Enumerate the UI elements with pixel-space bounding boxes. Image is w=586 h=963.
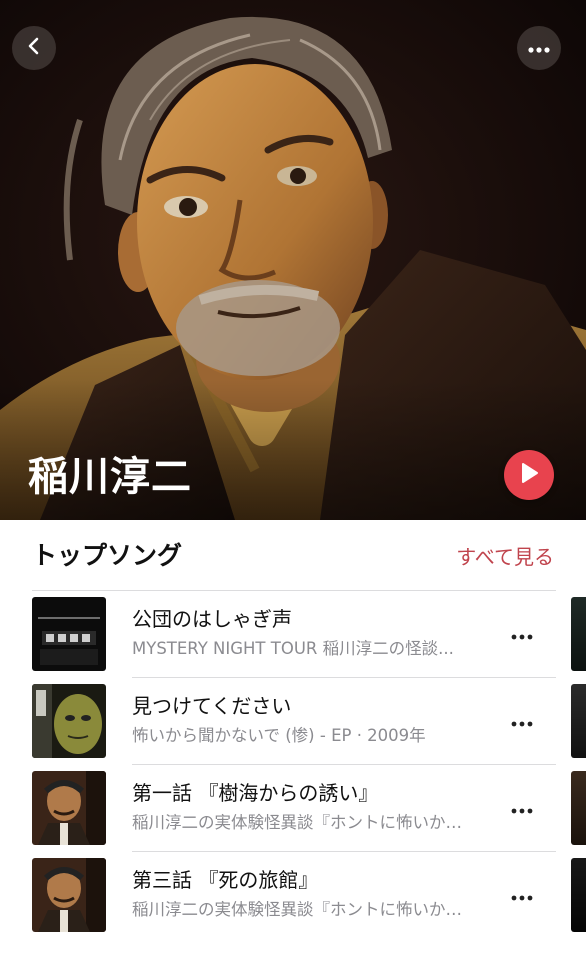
- next-column-artwork[interactable]: [571, 684, 586, 758]
- song-more-button[interactable]: [506, 706, 538, 736]
- song-more-button[interactable]: [506, 880, 538, 910]
- artist-name: 稲川淳二: [28, 454, 192, 500]
- song-title: 第一話 『樹海からの誘い』: [132, 781, 379, 805]
- artist-hero: 稲川淳二: [0, 0, 586, 520]
- ellipsis-icon: [527, 39, 551, 58]
- song-row[interactable]: 見つけてください 怖いから聞かないで (惨) - EP · 2009年: [0, 684, 586, 771]
- see-all-link[interactable]: すべて見る: [456, 541, 554, 573]
- song-row[interactable]: 第一話 『樹海からの誘い』 稲川淳二の実体験怪異談『ホントに怖いか…: [0, 771, 586, 858]
- song-title: 第三話 『死の旅館』: [132, 868, 319, 892]
- ellipsis-icon: [511, 886, 533, 905]
- song-subtitle: 稲川淳二の実体験怪異談『ホントに怖いか…: [132, 813, 462, 832]
- next-column-artwork[interactable]: [571, 771, 586, 845]
- album-artwork: [32, 684, 106, 758]
- more-options-button[interactable]: [517, 26, 561, 70]
- ellipsis-icon: [511, 625, 533, 644]
- song-title: 公団のはしゃぎ声: [132, 607, 292, 631]
- album-artwork: [32, 597, 106, 671]
- back-button[interactable]: [12, 26, 56, 70]
- next-column-artwork[interactable]: [571, 858, 586, 932]
- album-artwork: [32, 858, 106, 932]
- divider: [132, 851, 556, 852]
- divider: [132, 677, 556, 678]
- divider: [132, 764, 556, 765]
- song-more-button[interactable]: [506, 619, 538, 649]
- section-title-top-songs: トップソング: [32, 541, 183, 570]
- song-row[interactable]: 公団のはしゃぎ声 MYSTERY NIGHT TOUR 稲川淳二の怪談...: [0, 597, 586, 684]
- album-artwork: [32, 771, 106, 845]
- divider: [32, 590, 556, 591]
- song-subtitle: MYSTERY NIGHT TOUR 稲川淳二の怪談...: [132, 639, 454, 658]
- song-subtitle: 稲川淳二の実体験怪異談『ホントに怖いか…: [132, 900, 462, 919]
- ellipsis-icon: [511, 799, 533, 818]
- song-row[interactable]: 第三話 『死の旅館』 稲川淳二の実体験怪異談『ホントに怖いか…: [0, 858, 586, 945]
- play-button[interactable]: [504, 450, 554, 500]
- song-more-button[interactable]: [506, 793, 538, 823]
- song-subtitle: 怖いから聞かないで (惨) - EP · 2009年: [132, 726, 426, 745]
- song-title: 見つけてください: [132, 694, 292, 718]
- chevron-left-icon: [24, 36, 44, 60]
- play-icon: [519, 462, 539, 488]
- ellipsis-icon: [511, 712, 533, 731]
- next-column-artwork[interactable]: [571, 597, 586, 671]
